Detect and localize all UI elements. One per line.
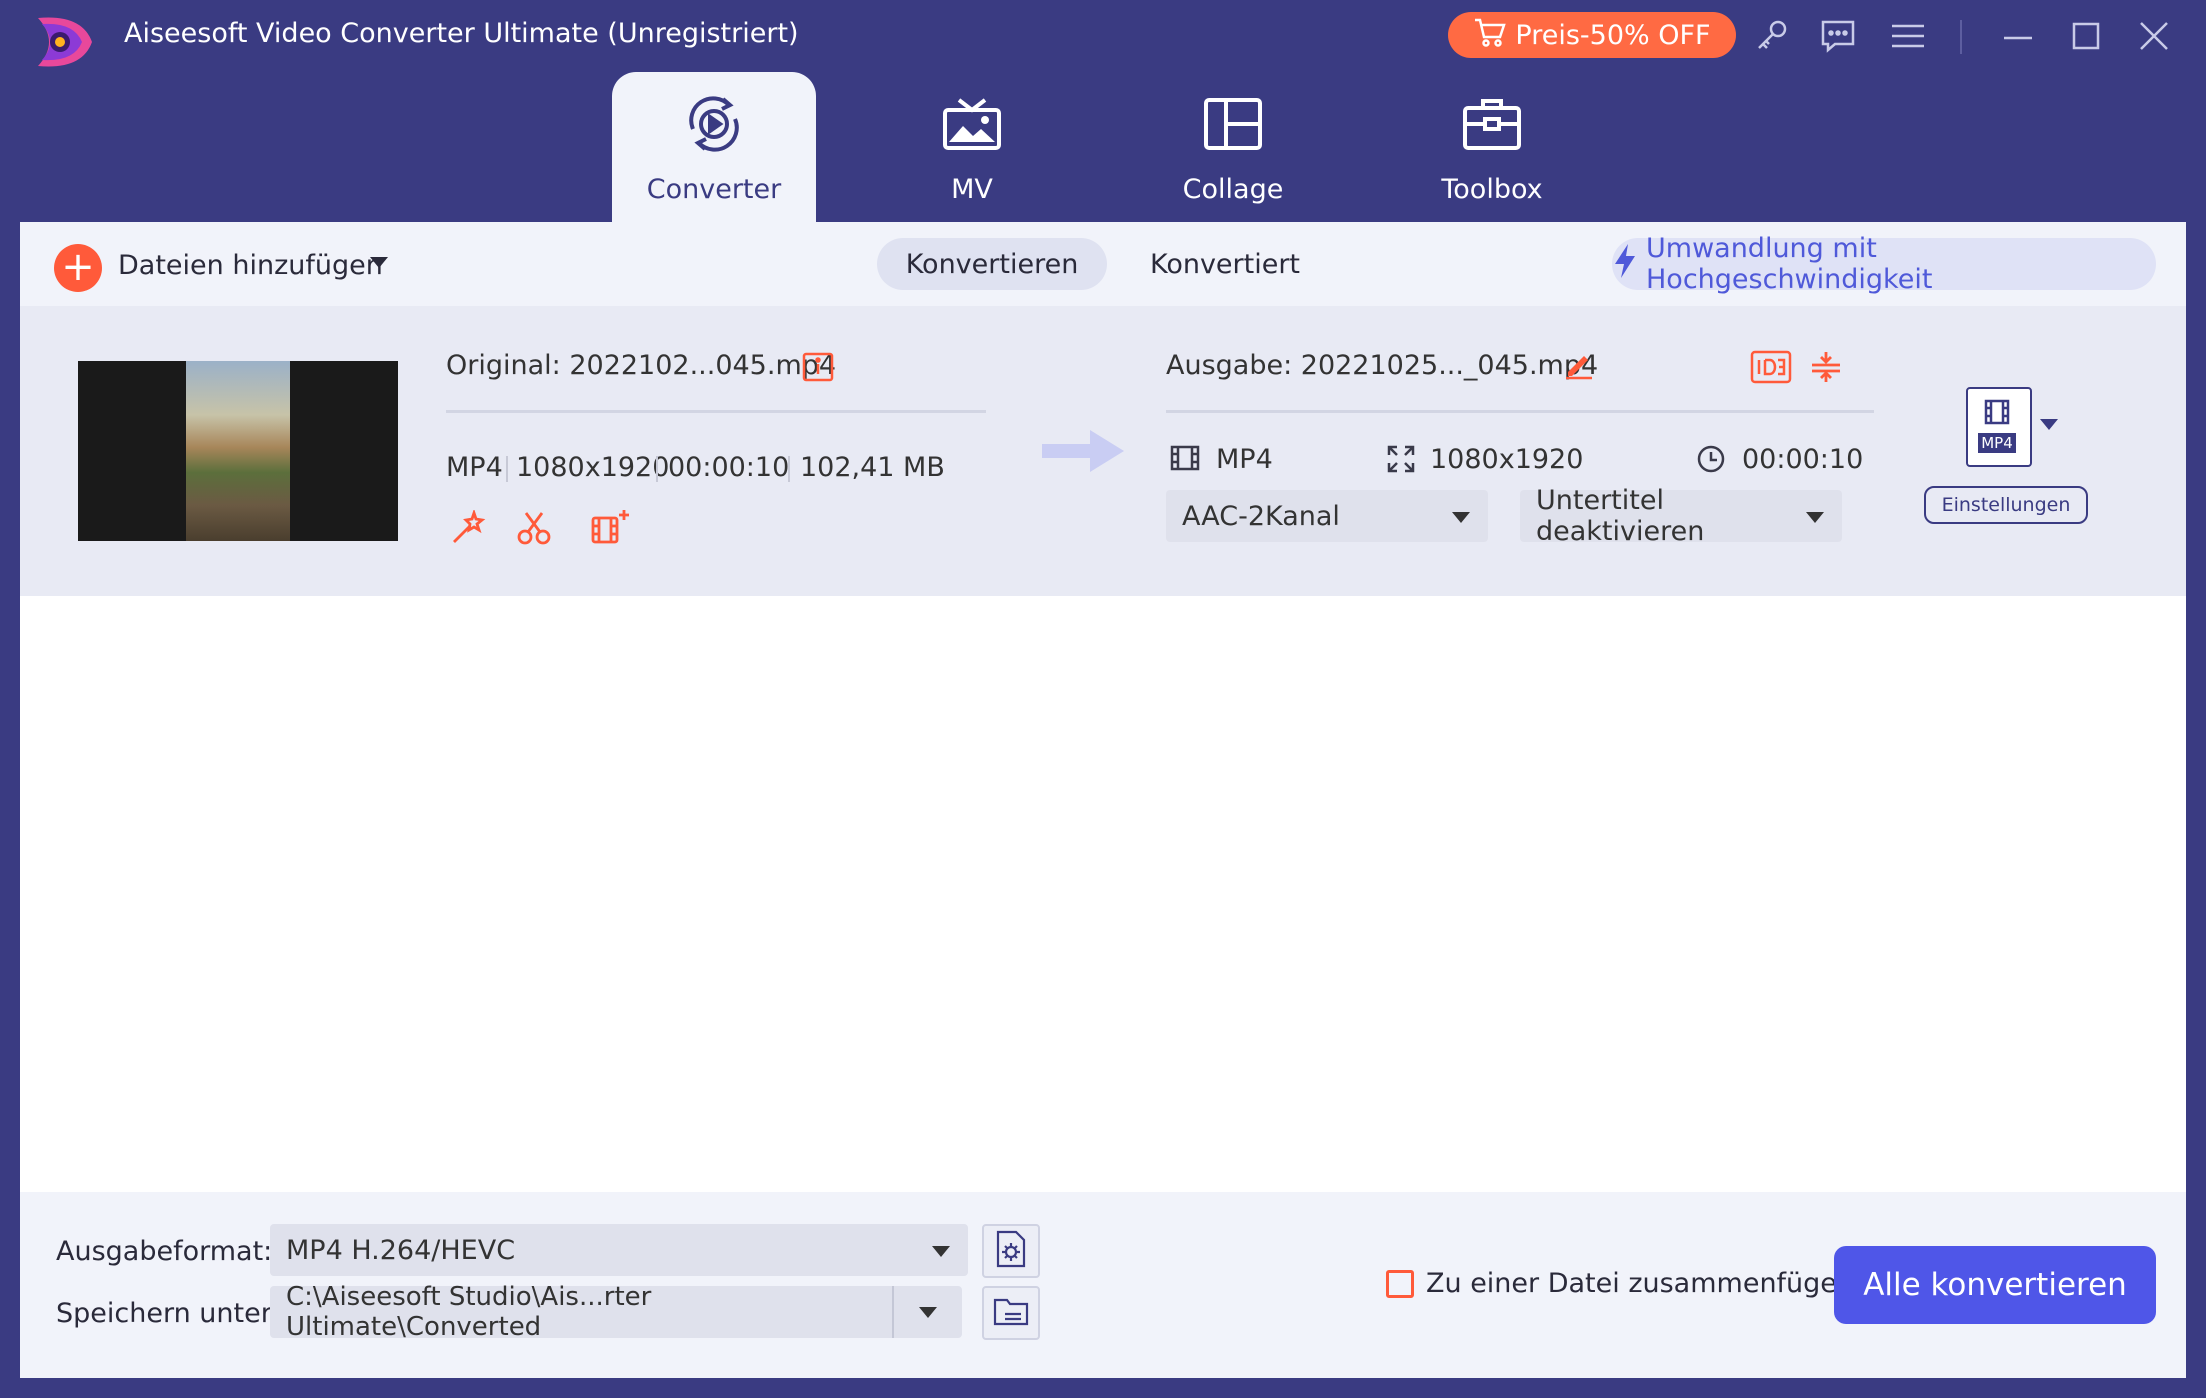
output-format-value: MP4 H.264/HEVC bbox=[286, 1234, 516, 1266]
collage-layout-icon bbox=[1202, 90, 1264, 158]
close-icon[interactable] bbox=[2132, 14, 2176, 58]
subtitle-select[interactable]: Untertitel deaktivieren bbox=[1520, 485, 1842, 547]
meta-divider bbox=[506, 456, 508, 482]
file-info-icon[interactable] bbox=[802, 352, 834, 386]
key-icon[interactable] bbox=[1750, 14, 1794, 58]
high-speed-label: Umwandlung mit Hochgeschwindigkeit bbox=[1646, 233, 1933, 295]
tab-collage-label: Collage bbox=[1182, 174, 1284, 205]
tab-converter-label: Converter bbox=[646, 174, 782, 205]
resolution-expand-icon bbox=[1386, 444, 1416, 478]
format-dropdown-icon[interactable] bbox=[2038, 416, 2060, 436]
output-duration: 00:00:10 bbox=[1742, 444, 1864, 475]
tab-converting[interactable]: Konvertieren bbox=[877, 238, 1107, 290]
chevron-down-icon bbox=[1804, 501, 1826, 532]
source-format: MP4 bbox=[446, 452, 503, 483]
high-speed-conversion-button[interactable]: Umwandlung mit Hochgeschwindigkeit bbox=[1612, 233, 2156, 295]
window-title: Aiseesoft Video Converter Ultimate (Unre… bbox=[124, 18, 799, 49]
lightning-icon bbox=[1612, 242, 1638, 287]
clock-icon bbox=[1696, 444, 1726, 478]
edit-effects-icon[interactable] bbox=[590, 508, 632, 550]
video-thumbnail-frame bbox=[186, 361, 290, 541]
subtitle-value: Untertitel deaktivieren bbox=[1536, 485, 1705, 547]
tv-image-icon bbox=[941, 90, 1003, 158]
output-filename: Ausgabe: 20221025..._045.mp4 bbox=[1166, 350, 1599, 381]
convert-arrow-icon bbox=[1040, 424, 1126, 482]
output-resolution: 1080x1920 bbox=[1430, 444, 1584, 475]
format-badge-label: MP4 bbox=[1981, 434, 2013, 452]
output-divider bbox=[1166, 410, 1874, 413]
output-format-select[interactable]: MP4 H.264/HEVC bbox=[270, 1224, 968, 1276]
open-folder-button[interactable] bbox=[982, 1286, 1040, 1340]
merge-checkbox[interactable] bbox=[1386, 1270, 1414, 1298]
save-to-label: Speichern unter: bbox=[56, 1298, 281, 1329]
tab-collage[interactable]: Collage bbox=[1131, 72, 1335, 222]
tab-mv-label: MV bbox=[951, 174, 993, 205]
tab-mv[interactable]: MV bbox=[870, 72, 1074, 222]
add-files-dropdown-icon[interactable] bbox=[368, 254, 390, 274]
source-duration: 00:00:10 bbox=[668, 452, 790, 483]
compress-icon[interactable] bbox=[1810, 350, 1842, 388]
add-files-label[interactable]: Dateien hinzufügen bbox=[118, 250, 383, 281]
tab-converter[interactable]: Converter bbox=[612, 72, 816, 222]
chevron-down-icon bbox=[930, 1235, 952, 1266]
rename-pencil-icon[interactable] bbox=[1564, 350, 1594, 384]
menu-icon[interactable] bbox=[1886, 14, 1930, 58]
settings-button[interactable]: Einstellungen bbox=[1924, 486, 2088, 524]
meta-divider bbox=[788, 456, 790, 482]
output-format: MP4 bbox=[1216, 444, 1273, 475]
minimize-icon[interactable] bbox=[1996, 14, 2040, 58]
tab-converted[interactable]: Konvertiert bbox=[1130, 238, 1320, 290]
format-settings-button[interactable] bbox=[982, 1224, 1040, 1278]
promo-label: Preis-50% OFF bbox=[1515, 19, 1711, 51]
output-format-button[interactable]: MP4 bbox=[1966, 387, 2032, 467]
source-size: 102,41 MB bbox=[800, 452, 945, 483]
cart-icon bbox=[1473, 17, 1507, 54]
scissors-icon[interactable] bbox=[516, 510, 552, 550]
converter-icon bbox=[683, 90, 745, 158]
promo-button[interactable]: Preis-50% OFF bbox=[1448, 12, 1736, 58]
id3-tag-icon[interactable] bbox=[1750, 350, 1792, 388]
chevron-down-icon bbox=[892, 1286, 962, 1338]
feedback-chat-icon[interactable] bbox=[1816, 14, 1860, 58]
save-path-value: C:\Aiseesoft Studio\Ais...rter Ultimate\… bbox=[286, 1282, 652, 1342]
merge-label[interactable]: Zu einer Datei zusammenfügen bbox=[1426, 1268, 1854, 1299]
maximize-icon[interactable] bbox=[2064, 14, 2108, 58]
toolbox-icon bbox=[1461, 90, 1523, 158]
video-thumbnail[interactable] bbox=[78, 361, 398, 541]
chevron-down-icon bbox=[1450, 501, 1472, 532]
audio-track-value: AAC-2Kanal bbox=[1182, 500, 1340, 532]
app-logo bbox=[30, 12, 96, 72]
convert-all-button[interactable]: Alle konvertieren bbox=[1834, 1246, 2156, 1324]
output-format-label: Ausgabeformat: bbox=[56, 1236, 273, 1267]
folder-icon bbox=[993, 1296, 1029, 1330]
titlebar-divider bbox=[1960, 20, 1962, 54]
film-icon bbox=[1170, 444, 1200, 476]
source-resolution: 1080x1920 bbox=[516, 452, 670, 483]
tab-toolbox[interactable]: Toolbox bbox=[1390, 72, 1594, 222]
original-divider bbox=[446, 410, 986, 413]
save-path-select[interactable]: C:\Aiseesoft Studio\Ais...rter Ultimate\… bbox=[270, 1282, 962, 1342]
gear-document-icon bbox=[994, 1230, 1028, 1272]
add-files-button[interactable]: + bbox=[54, 244, 102, 292]
audio-track-select[interactable]: AAC-2Kanal bbox=[1166, 490, 1488, 542]
meta-divider bbox=[656, 456, 658, 482]
magic-wand-icon[interactable] bbox=[450, 508, 486, 550]
tab-toolbox-label: Toolbox bbox=[1441, 174, 1543, 205]
original-filename: Original: 2022102...045.mp4 bbox=[446, 350, 837, 381]
